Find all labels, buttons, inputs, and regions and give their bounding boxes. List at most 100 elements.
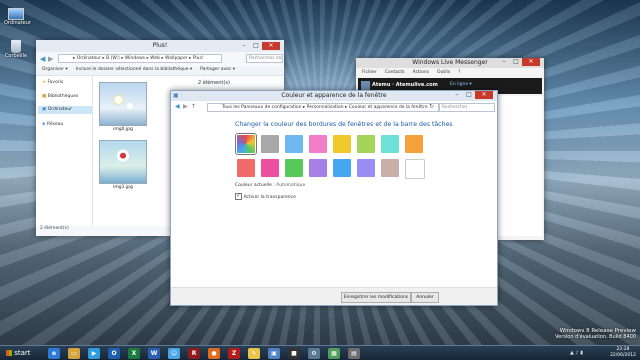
color-swatch[interactable] [261, 159, 279, 177]
color-window-search-input[interactable]: Rechercher [439, 103, 495, 112]
minimize-button[interactable]: – [451, 91, 463, 99]
color-swatch[interactable] [357, 135, 375, 153]
back-arrow-icon[interactable]: ◀ [40, 55, 45, 63]
back-arrow-icon[interactable]: ◀ [175, 103, 180, 110]
color-swatch[interactable] [261, 135, 279, 153]
color-swatch[interactable] [333, 159, 351, 177]
color-swatch[interactable] [237, 159, 255, 177]
minimize-button[interactable]: – [498, 58, 510, 66]
nav-item-network[interactable]: ◈ Réseau [42, 122, 63, 127]
computer-icon: ▣ [42, 107, 47, 112]
messenger-titlebar[interactable]: Windows Live Messenger – □ ✕ [356, 58, 544, 68]
live-messenger-icon[interactable]: ☺ [168, 348, 180, 359]
computer-icon [8, 8, 24, 20]
windows-logo-icon [6, 350, 12, 356]
organize-menu[interactable]: Organiser ▾ [42, 67, 68, 75]
menu-item-help[interactable]: ? [458, 70, 460, 75]
color-swatch[interactable] [333, 135, 351, 153]
color-swatch[interactable] [235, 133, 257, 155]
internet-explorer-icon[interactable]: e [48, 348, 60, 359]
color-swatch[interactable] [309, 135, 327, 153]
app-icon[interactable]: ■ [288, 348, 300, 359]
firefox-icon[interactable]: ● [208, 348, 220, 359]
current-color-value: Automatique [276, 183, 306, 188]
desktop-icon-computer[interactable]: Ordinateur [4, 8, 31, 26]
menu-item-contacts[interactable]: Contacts [385, 70, 405, 75]
save-changes-button[interactable]: Enregistrer les modifications [341, 292, 411, 303]
maximize-button[interactable]: □ [250, 42, 262, 50]
clock[interactable]: 22:28 22/06/2012 [610, 347, 636, 359]
close-button[interactable]: ✕ [475, 91, 493, 99]
file-name: img1.jpg [113, 185, 133, 190]
nav-item-computer[interactable]: ▣ Ordinateur [38, 106, 92, 114]
nav-item-libraries[interactable]: ■ Bibliothèques [42, 94, 78, 99]
excel-icon[interactable]: X [128, 348, 140, 359]
start-label: start [14, 349, 31, 357]
color-swatch[interactable] [309, 159, 327, 177]
refresh-icon[interactable]: ↻ [429, 103, 434, 110]
clock-date: 22/06/2012 [610, 353, 636, 358]
menu-item-actions[interactable]: Actions [413, 70, 429, 75]
nav-item-label: Réseau [46, 122, 64, 127]
file-explorer-icon[interactable]: ▭ [68, 348, 80, 359]
file-name: img0.jpg [113, 127, 133, 132]
start-button[interactable]: start [2, 347, 35, 360]
color-window-address-bar[interactable]: Tous les Panneaux de configuration ▸ Per… [207, 103, 439, 112]
color-swatch[interactable] [285, 159, 303, 177]
desktop: Ordinateur Corbeille Windows Live Messen… [0, 0, 640, 360]
desktop-icon-recycle-bin[interactable]: Corbeille [4, 40, 28, 59]
messenger-status[interactable]: En ligne ▾ [450, 82, 472, 87]
transparency-checkbox[interactable]: ✓ [235, 193, 242, 200]
messenger-menu-bar: Fichier Contacts Actions Outils ? [356, 70, 544, 75]
minimize-button[interactable]: – [238, 42, 250, 50]
file-thumbnail [99, 140, 147, 184]
up-arrow-icon[interactable]: ↑ [191, 103, 196, 110]
explorer-address-bar[interactable]: ▸ Ordinateur ▸ B (W:) ▸ Windows ▸ Web ▸ … [58, 54, 222, 63]
file-item[interactable]: img0.jpg [99, 82, 149, 138]
windows-media-player-icon[interactable]: ▶ [88, 348, 100, 359]
color-window[interactable]: ▣ Couleur et apparence de la fenêtre – □… [170, 90, 498, 306]
close-button[interactable]: ✕ [262, 42, 280, 50]
taskbar: start e ▭ ▶ O X W ☺ R ● Z ✎ ▣ ■ ⚙ ▦ ▤ ▲ … [0, 345, 640, 360]
color-swatch[interactable] [357, 159, 375, 177]
explorer-search-input[interactable]: Rechercher dans : Plus! [246, 54, 283, 63]
word-icon[interactable]: W [148, 348, 160, 359]
cancel-button[interactable]: Annuler [411, 292, 439, 303]
media-app-icon[interactable]: R [188, 348, 200, 359]
desktop-icon-label: Ordinateur [4, 20, 31, 26]
forward-arrow-icon[interactable]: ▶ [48, 55, 53, 63]
color-heading: Changer la couleur des bordures de fenêt… [235, 121, 453, 128]
tray-icons[interactable]: ▲ ♪ ▮ [570, 350, 583, 356]
include-in-library-menu[interactable]: Inclure le dossier sélectionné dans la b… [76, 67, 192, 75]
color-window-titlebar[interactable]: ▣ Couleur et apparence de la fenêtre – □… [171, 91, 497, 101]
color-swatch[interactable] [381, 159, 399, 177]
color-swatch[interactable] [285, 135, 303, 153]
filezilla-icon[interactable]: Z [228, 348, 240, 359]
messenger-user-name[interactable]: Atemu · Atemulive.com [372, 82, 438, 88]
menu-item-file[interactable]: Fichier [362, 70, 377, 75]
settings-icon[interactable]: ⚙ [308, 348, 320, 359]
control-panel-icon[interactable]: ▣ [268, 348, 280, 359]
color-swatch[interactable] [381, 135, 399, 153]
maximize-button[interactable]: □ [463, 91, 475, 99]
explorer-titlebar[interactable]: Plus! – □ ✕ [36, 40, 284, 52]
paint-icon[interactable]: ✎ [248, 348, 260, 359]
recycle-bin-icon [11, 40, 21, 53]
file-item[interactable]: img1.jpg [99, 140, 149, 196]
menu-item-tools[interactable]: Outils [437, 70, 450, 75]
photos-icon[interactable]: ▦ [328, 348, 340, 359]
color-swatch[interactable] [405, 135, 423, 153]
nav-item-label: Favoris [47, 80, 64, 85]
desktop-icon-label: Corbeille [4, 53, 28, 59]
color-window-title: Couleur et apparence de la fenêtre [281, 92, 387, 99]
system-icon[interactable]: ▤ [348, 348, 360, 359]
details-count: 2 élément(s) [198, 80, 230, 86]
maximize-button[interactable]: □ [510, 58, 522, 66]
outlook-icon[interactable]: O [108, 348, 120, 359]
color-swatch[interactable] [405, 159, 425, 179]
share-with-menu[interactable]: Partager avec ▾ [200, 67, 235, 75]
star-icon: ★ [42, 80, 47, 85]
close-button[interactable]: ✕ [522, 58, 540, 66]
forward-arrow-icon[interactable]: ▶ [183, 103, 188, 110]
nav-item-favorites[interactable]: ★ Favoris [42, 80, 63, 85]
